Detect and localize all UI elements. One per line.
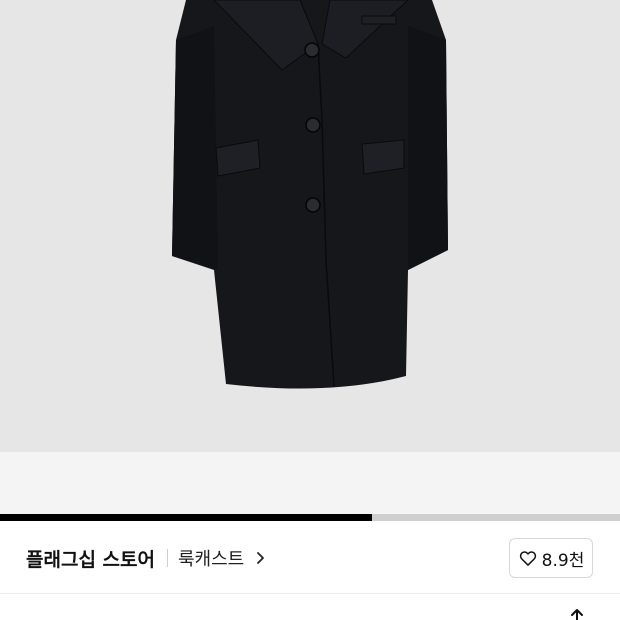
store-divider [167,549,168,567]
gallery-progress-track [0,514,620,521]
store-row: 플래그십 스토어 룩캐스트 8.9천 [0,521,620,593]
product-image[interactable] [0,0,620,452]
coat-left-sleeve [172,26,218,270]
share-icon[interactable] [566,608,588,620]
coat-right-pocket [361,139,405,175]
heart-outline-icon [519,551,536,566]
coat-breast-pocket [361,15,397,25]
coat-button-1 [304,42,320,58]
lookcast-link[interactable]: 룩캐스트 [178,545,268,571]
chevron-right-icon [257,552,265,564]
coat-image [172,0,448,389]
like-button[interactable]: 8.9천 [509,538,593,578]
image-gap [0,452,620,514]
next-section [0,594,620,620]
coat-button-2 [305,117,321,133]
store-name[interactable]: 플래그십 스토어 [26,545,155,572]
gallery-progress-fill [0,514,372,521]
coat-button-3 [305,197,321,213]
coat-right-sleeve [408,26,448,270]
lookcast-label: 룩캐스트 [178,549,245,570]
like-count: 8.9천 [541,550,585,571]
